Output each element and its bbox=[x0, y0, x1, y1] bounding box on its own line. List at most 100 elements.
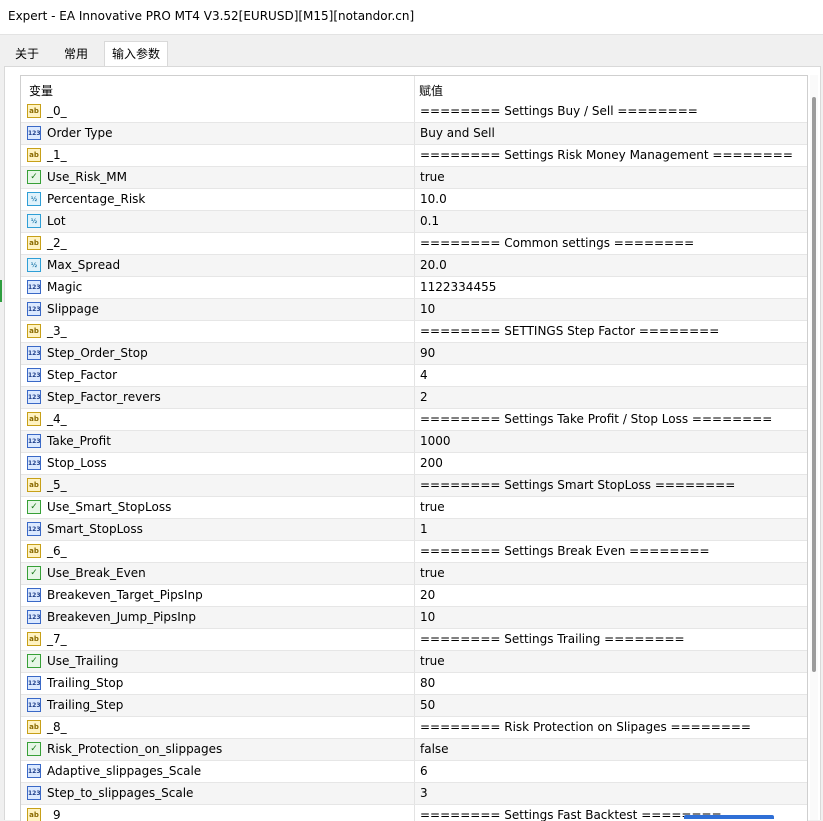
parameter-row[interactable]: ✓ Use_Risk_MM true bbox=[21, 167, 807, 189]
cell-separator bbox=[414, 519, 415, 540]
parameter-row[interactable]: 123 Step_Factor 4 bbox=[21, 365, 807, 387]
grid-header: 变量 赋值 bbox=[21, 76, 807, 101]
parameter-row[interactable]: ab _4_ ======== Settings Take Profit / Sto… bbox=[21, 409, 807, 431]
parameter-row[interactable]: 123 Slippage 10 bbox=[21, 299, 807, 321]
parameter-value[interactable]: 80 bbox=[420, 676, 435, 690]
parameter-value[interactable]: true bbox=[420, 654, 445, 668]
parameter-value[interactable]: true bbox=[420, 170, 445, 184]
ok-button-edge[interactable] bbox=[684, 815, 774, 819]
parameter-value[interactable]: ======== Settings Risk Money Management … bbox=[420, 148, 793, 162]
column-header-value[interactable]: 赋值 bbox=[419, 82, 443, 99]
parameter-row[interactable]: 123 Stop_Loss 200 bbox=[21, 453, 807, 475]
parameter-value[interactable]: 4 bbox=[420, 368, 428, 382]
parameter-name: Use_Risk_MM bbox=[47, 170, 127, 184]
parameter-value[interactable]: 10.0 bbox=[420, 192, 447, 206]
parameter-name: Step_to_slippages_Scale bbox=[47, 786, 194, 800]
parameter-row[interactable]: ab _0_ ======== Settings Buy / Sell ======… bbox=[21, 101, 807, 123]
parameter-value[interactable]: 20.0 bbox=[420, 258, 447, 272]
scrollbar-thumb[interactable] bbox=[812, 97, 816, 672]
parameter-name: _0_ bbox=[47, 104, 67, 118]
cell-separator bbox=[414, 365, 415, 386]
parameter-value[interactable]: ======== Risk Protection on Slipages ===… bbox=[420, 720, 751, 734]
integer-type-icon: 123 bbox=[27, 280, 41, 294]
parameter-value[interactable]: ======== SETTINGS Step Factor ======== bbox=[420, 324, 719, 338]
parameter-value[interactable]: ======== Settings Break Even ======== bbox=[420, 544, 710, 558]
parameter-row[interactable]: 123 Take_Profit 1000 bbox=[21, 431, 807, 453]
parameter-row[interactable]: ab _2_ ======== Common settings ======== bbox=[21, 233, 807, 255]
parameter-value[interactable]: 200 bbox=[420, 456, 443, 470]
parameter-row[interactable]: 123 Adaptive_slippages_Scale 6 bbox=[21, 761, 807, 783]
string-type-icon: ab bbox=[27, 544, 41, 558]
parameter-row[interactable]: ab _6_ ======== Settings Break Even ======… bbox=[21, 541, 807, 563]
parameter-value[interactable]: false bbox=[420, 742, 449, 756]
parameter-row[interactable]: 123 Step_Factor_revers 2 bbox=[21, 387, 807, 409]
column-separator[interactable] bbox=[414, 76, 415, 101]
parameter-value[interactable]: ======== Common settings ======== bbox=[420, 236, 694, 250]
parameter-value[interactable]: 1000 bbox=[420, 434, 451, 448]
cell-separator bbox=[414, 563, 415, 584]
cell-separator bbox=[414, 607, 415, 628]
tab-about[interactable]: 关于 bbox=[8, 44, 46, 64]
parameter-row[interactable]: 123 Order Type Buy and Sell bbox=[21, 123, 807, 145]
tab-common[interactable]: 常用 bbox=[56, 44, 96, 64]
parameter-value[interactable]: ======== Settings Take Profit / Stop Los… bbox=[420, 412, 772, 426]
parameter-value[interactable]: ======== Settings Smart StopLoss =======… bbox=[420, 478, 735, 492]
parameter-name: Step_Factor_revers bbox=[47, 390, 161, 404]
parameter-value[interactable]: 3 bbox=[420, 786, 428, 800]
parameter-value[interactable]: 50 bbox=[420, 698, 435, 712]
parameter-value[interactable]: 1122334455 bbox=[420, 280, 496, 294]
parameter-name: Step_Factor bbox=[47, 368, 118, 382]
parameter-value[interactable]: 2 bbox=[420, 390, 428, 404]
parameter-row[interactable]: ✓ Use_Smart_StopLoss true bbox=[21, 497, 807, 519]
parameter-row[interactable]: ½ Max_Spread 20.0 bbox=[21, 255, 807, 277]
input-parameters-panel: 变量 赋值 ab _0_ ======== Settings Buy / Sell … bbox=[4, 66, 821, 821]
double-type-icon: ½ bbox=[27, 258, 41, 272]
parameter-value[interactable]: 20 bbox=[420, 588, 435, 602]
parameter-row[interactable]: ab _5_ ======== Settings Smart StopLoss ==… bbox=[21, 475, 807, 497]
parameter-row[interactable]: ✓ Risk_Protection_on_slippages false bbox=[21, 739, 807, 761]
tab-input-parameters[interactable]: 输入参数 bbox=[104, 41, 168, 67]
column-header-variable[interactable]: 变量 bbox=[29, 82, 53, 99]
parameter-row[interactable]: 123 Breakeven_Target_PipsInp 20 bbox=[21, 585, 807, 607]
parameter-row[interactable]: 123 Trailing_Step 50 bbox=[21, 695, 807, 717]
parameter-value[interactable]: 10 bbox=[420, 302, 435, 316]
cell-separator bbox=[414, 497, 415, 518]
parameter-row[interactable]: 123 Step_Order_Stop 90 bbox=[21, 343, 807, 365]
parameter-row[interactable]: 123 Smart_StopLoss 1 bbox=[21, 519, 807, 541]
parameter-row[interactable]: ½ Lot 0.1 bbox=[21, 211, 807, 233]
parameter-row[interactable]: ab _1_ ======== Settings Risk Money Manage… bbox=[21, 145, 807, 167]
parameter-value[interactable]: 10 bbox=[420, 610, 435, 624]
parameter-value[interactable]: true bbox=[420, 566, 445, 580]
parameter-value[interactable]: true bbox=[420, 500, 445, 514]
parameter-name: Breakeven_Target_PipsInp bbox=[47, 588, 203, 602]
parameter-name: Stop_Loss bbox=[47, 456, 107, 470]
parameter-value[interactable]: 6 bbox=[420, 764, 428, 778]
vertical-scrollbar[interactable] bbox=[810, 75, 818, 820]
integer-type-icon: 123 bbox=[27, 434, 41, 448]
parameter-row[interactable]: 123 Breakeven_Jump_PipsInp 10 bbox=[21, 607, 807, 629]
parameter-row[interactable]: 123 Step_to_slippages_Scale 3 bbox=[21, 783, 807, 805]
parameter-row[interactable]: ✓ Use_Break_Even true bbox=[21, 563, 807, 585]
parameter-name: _2_ bbox=[47, 236, 67, 250]
integer-type-icon: 123 bbox=[27, 764, 41, 778]
parameter-value[interactable]: 1 bbox=[420, 522, 428, 536]
parameter-value[interactable]: ======== Settings Fast Backtest ======== bbox=[420, 808, 722, 821]
parameter-row[interactable]: 123 Magic 1122334455 bbox=[21, 277, 807, 299]
parameter-row[interactable]: ½ Percentage_Risk 10.0 bbox=[21, 189, 807, 211]
boolean-type-icon: ✓ bbox=[27, 742, 41, 756]
parameter-row[interactable]: ab _7_ ======== Settings Trailing ======== bbox=[21, 629, 807, 651]
parameter-value[interactable]: ======== Settings Buy / Sell ======== bbox=[420, 104, 698, 118]
cell-separator bbox=[414, 255, 415, 276]
parameter-row[interactable]: ab _3_ ======== SETTINGS Step Factor =====… bbox=[21, 321, 807, 343]
parameter-value[interactable]: ======== Settings Trailing ======== bbox=[420, 632, 685, 646]
parameter-row[interactable]: ✓ Use_Trailing true bbox=[21, 651, 807, 673]
parameter-value[interactable]: 0.1 bbox=[420, 214, 439, 228]
parameter-row[interactable]: ab _8_ ======== Risk Protection on Slipage… bbox=[21, 717, 807, 739]
parameter-row[interactable]: 123 Trailing_Stop 80 bbox=[21, 673, 807, 695]
parameter-value[interactable]: 90 bbox=[420, 346, 435, 360]
integer-type-icon: 123 bbox=[27, 390, 41, 404]
parameter-name: Adaptive_slippages_Scale bbox=[47, 764, 202, 778]
tab-bar: 关于 常用 输入参数 bbox=[0, 40, 823, 67]
title-bar: Expert - EA Innovative PRO MT4 V3.52[EUR… bbox=[0, 0, 823, 35]
parameter-value[interactable]: Buy and Sell bbox=[420, 126, 495, 140]
